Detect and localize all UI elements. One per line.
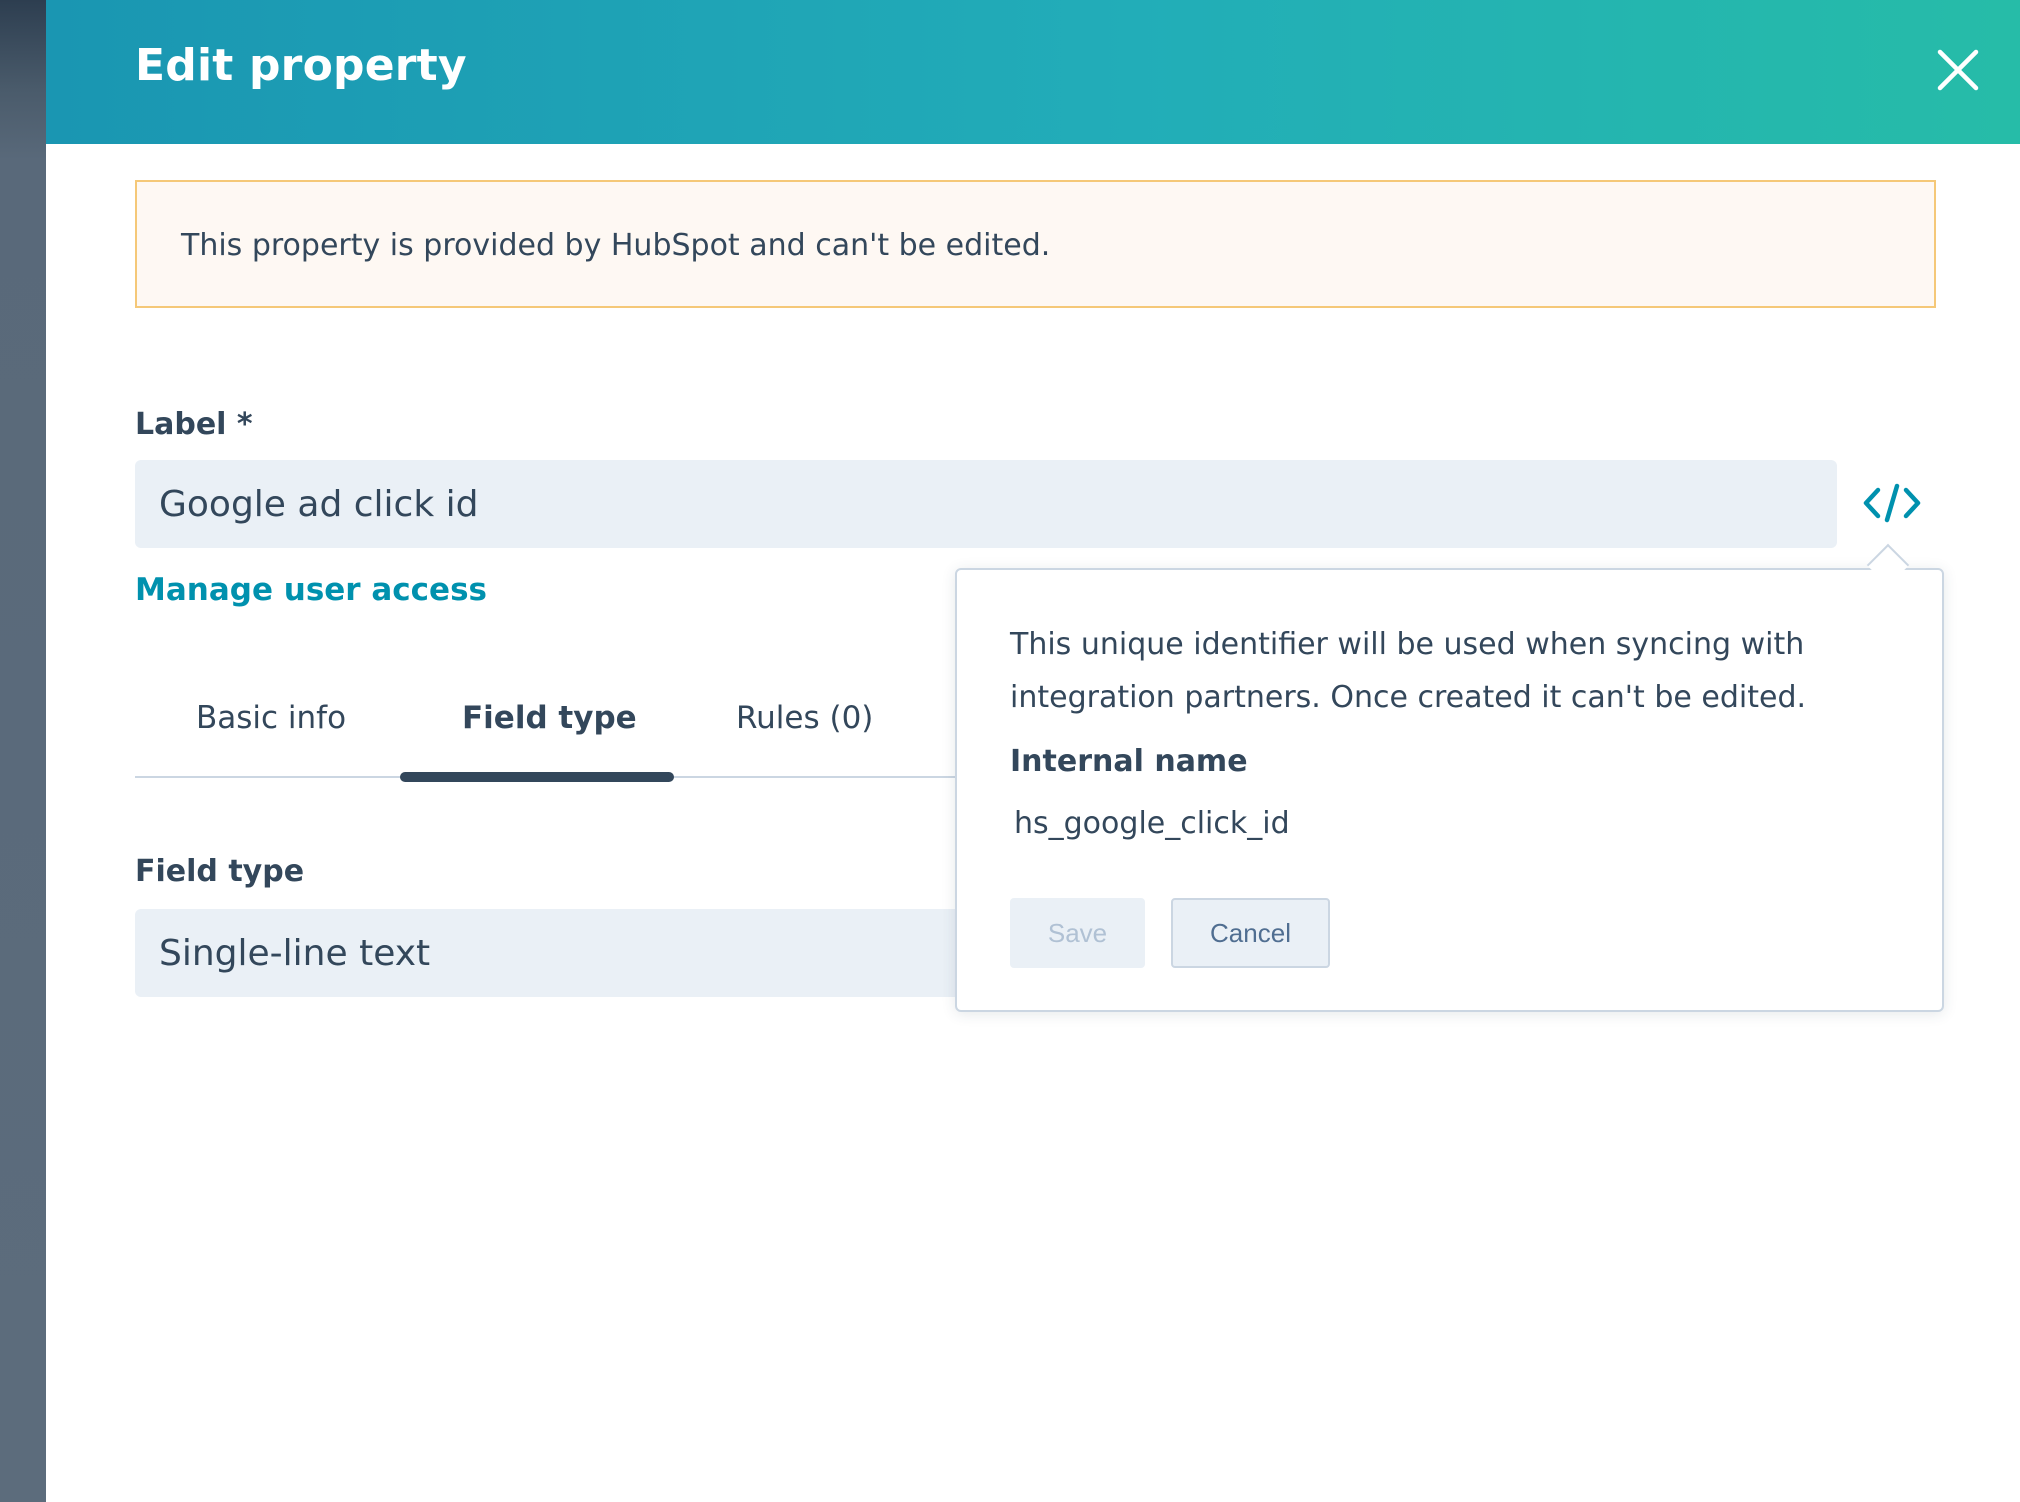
close-button[interactable] — [1930, 42, 1986, 98]
edit-property-panel: Edit property This property is provided … — [46, 0, 2020, 1502]
popover-description: This unique identifier will be used when… — [1010, 627, 1807, 715]
field-type-label: Field type — [135, 854, 305, 889]
active-tab-indicator — [400, 772, 674, 782]
tab-rules[interactable]: Rules (0) — [736, 700, 873, 736]
tab-field-type[interactable]: Field type — [462, 700, 637, 736]
cancel-button[interactable]: Cancel — [1171, 898, 1330, 968]
popover-arrow — [1866, 543, 1910, 587]
label-input-value: Google ad click id — [159, 483, 479, 525]
field-type-value: Single-line text — [159, 932, 431, 974]
panel-title: Edit property — [135, 40, 467, 91]
manage-user-access-link[interactable]: Manage user access — [135, 572, 487, 608]
code-icon — [1863, 483, 1921, 523]
label-input[interactable]: Google ad click id — [135, 460, 1837, 548]
save-button[interactable]: Save — [1010, 898, 1145, 968]
panel-header: Edit property — [46, 0, 2020, 144]
internal-name-popover: This unique identifier will be used when… — [955, 543, 1944, 1012]
close-icon — [1937, 49, 1979, 91]
read-only-alert: This property is provided by HubSpot and… — [135, 180, 1936, 308]
field-type-select[interactable]: Single-line text — [135, 909, 965, 997]
internal-name-toggle-button[interactable] — [1862, 480, 1922, 526]
internal-name-heading: Internal name — [1010, 744, 1248, 779]
internal-name-value: hs_google_click_id — [1014, 806, 1290, 841]
label-field-label: Label * — [135, 407, 253, 442]
alert-message: This property is provided by HubSpot and… — [181, 228, 1051, 263]
page-backdrop — [0, 0, 46, 1502]
tab-basic-info[interactable]: Basic info — [196, 700, 346, 736]
